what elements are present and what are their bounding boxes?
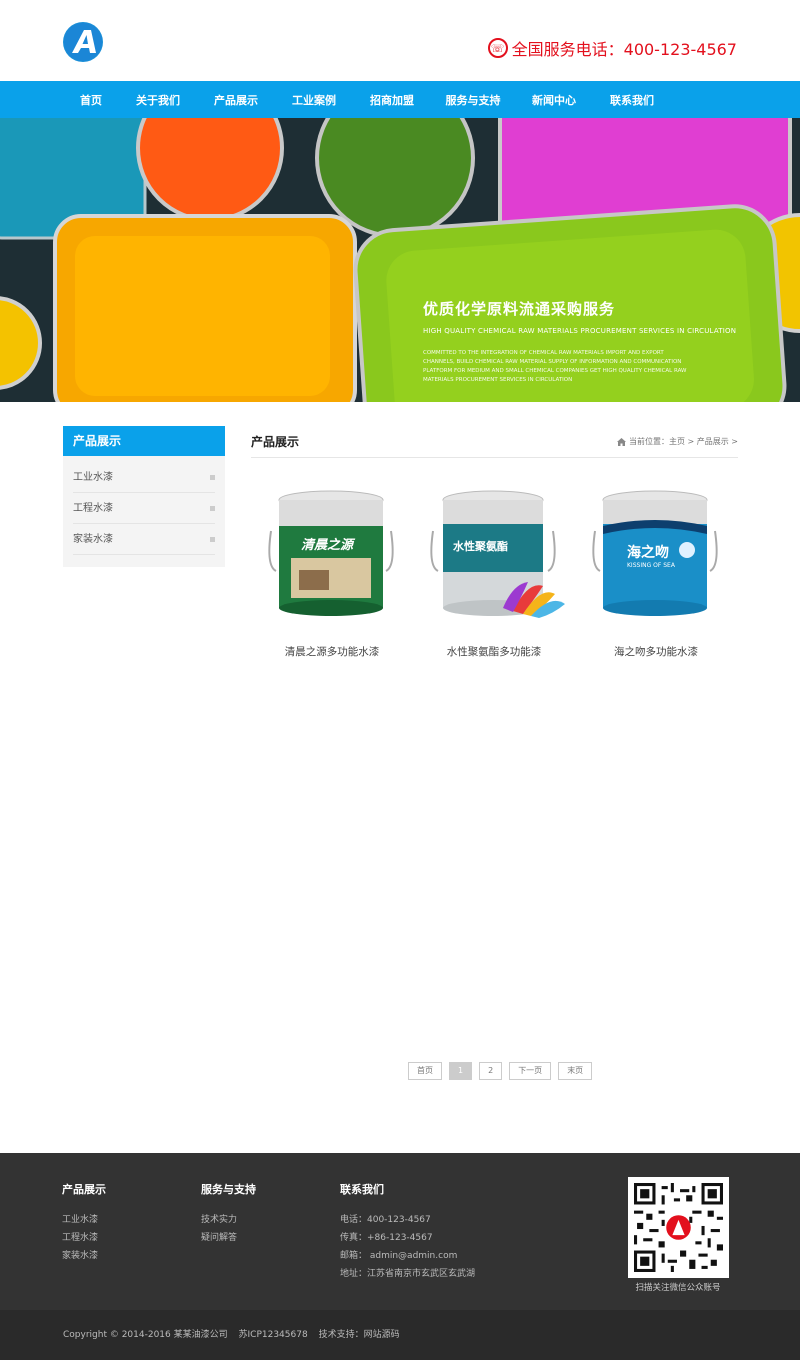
footer-link[interactable]: 技术实力 bbox=[201, 1211, 256, 1229]
nav-item-about[interactable]: 关于我们 bbox=[119, 92, 197, 108]
hero-banner[interactable]: 优质化学原料流通采购服务 HIGH QUALITY CHEMICAL RAW M… bbox=[0, 118, 800, 402]
page-title: 产品展示 bbox=[251, 435, 300, 449]
qr-code-icon bbox=[634, 1183, 723, 1272]
qr-code bbox=[628, 1177, 729, 1278]
footer-email: 邮箱： admin@admin.com bbox=[340, 1251, 458, 1261]
footer-link[interactable]: 家装水漆 bbox=[62, 1247, 106, 1265]
can-label: 清晨之源 bbox=[301, 538, 354, 553]
product-card[interactable]: 水性聚氨酯 水性聚氨酯多功能漆 bbox=[413, 486, 575, 659]
product-name[interactable]: 海之吻多功能水漆 bbox=[575, 644, 737, 659]
copyright-bar: Copyright © 2014-2016 某某油漆公司 苏ICP1234567… bbox=[0, 1310, 800, 1360]
footer-link[interactable]: 疑问解答 bbox=[201, 1229, 256, 1247]
content: 产品展示 当前位置：主页 > 产品展示 > 清晨之源 清晨之源多功能水漆 水性聚… bbox=[251, 426, 738, 659]
sidebar-item-label: 工程水漆 bbox=[73, 502, 113, 514]
breadcrumb-text[interactable]: 当前位置：主页 > 产品展示 > bbox=[629, 436, 738, 447]
pager-last[interactable]: 末页 bbox=[558, 1062, 593, 1080]
nav-item-service[interactable]: 服务与支持 bbox=[431, 92, 515, 108]
pagination: 首页 1 2 下一页 末页 bbox=[408, 1062, 593, 1080]
footer-col-products: 产品展示 工业水漆 工程水漆 家装水漆 bbox=[62, 1181, 106, 1265]
product-image[interactable]: 水性聚氨酯 bbox=[413, 486, 575, 626]
banner-description: COMMITTED TO THE INTEGRATION OF CHEMICAL… bbox=[423, 350, 687, 383]
nav-item-products[interactable]: 产品展示 bbox=[197, 92, 275, 108]
breadcrumb: 当前位置：主页 > 产品展示 > bbox=[616, 436, 738, 447]
can-sublabel: KISSING OF SEA bbox=[627, 562, 675, 569]
footer-col-service: 服务与支持 技术实力 疑问解答 bbox=[201, 1181, 256, 1247]
site-header: ☏ 全国服务电话：400-123-4567 bbox=[0, 0, 800, 81]
sidebar-item-engineering[interactable]: 工程水漆 bbox=[73, 493, 215, 524]
site-footer: 产品展示 工业水漆 工程水漆 家装水漆 服务与支持 技术实力 疑问解答 联系我们… bbox=[0, 1153, 800, 1310]
product-card[interactable]: 清晨之源 清晨之源多功能水漆 bbox=[251, 486, 413, 659]
banner-title: 优质化学原料流通采购服务 bbox=[423, 300, 616, 318]
content-header: 产品展示 当前位置：主页 > 产品展示 > bbox=[251, 426, 738, 458]
nav-item-franchise[interactable]: 招商加盟 bbox=[353, 92, 431, 108]
bullet-square-icon bbox=[210, 536, 215, 542]
footer-link[interactable]: 工业水漆 bbox=[62, 1211, 106, 1229]
home-icon bbox=[616, 437, 626, 446]
logo-a-icon bbox=[64, 23, 102, 61]
sidebar-item-home-decor[interactable]: 家装水漆 bbox=[73, 524, 215, 555]
qr-caption: 扫描关注微信公众账号 bbox=[635, 1283, 721, 1293]
product-card[interactable]: 海之吻 KISSING OF SEA 海之吻多功能水漆 bbox=[575, 486, 737, 659]
banner-subtitle: HIGH QUALITY CHEMICAL RAW MATERIALS PROC… bbox=[423, 327, 737, 335]
nav-item-contact[interactable]: 联系我们 bbox=[593, 92, 671, 108]
can-label: 海之吻 bbox=[627, 545, 669, 561]
sidebar-title: 产品展示 bbox=[63, 426, 225, 456]
footer-heading: 联系我们 bbox=[340, 1183, 384, 1196]
sidebar: 产品展示 工业水漆 工程水漆 家装水漆 bbox=[63, 426, 225, 567]
can-label: 水性聚氨酯 bbox=[453, 540, 508, 553]
support-text[interactable]: 技术支持：网站源码 bbox=[319, 1330, 400, 1340]
sidebar-item-label: 工业水漆 bbox=[73, 471, 113, 483]
product-name[interactable]: 水性聚氨酯多功能漆 bbox=[413, 644, 575, 659]
copyright-text: Copyright © 2014-2016 某某油漆公司 bbox=[63, 1330, 228, 1340]
pager-next[interactable]: 下一页 bbox=[509, 1062, 552, 1080]
footer-link[interactable]: 工程水漆 bbox=[62, 1229, 106, 1247]
footer-phone: 电话：400-123-4567 bbox=[340, 1215, 431, 1225]
icp-link[interactable]: 苏ICP12345678 bbox=[239, 1330, 308, 1340]
main-nav: 首页 关于我们 产品展示 工业案例 招商加盟 服务与支持 新闻中心 联系我们 bbox=[0, 81, 800, 118]
hotline-text: 全国服务电话：400-123-4567 bbox=[511, 40, 737, 59]
paint-can-icon bbox=[430, 490, 565, 618]
sidebar-item-label: 家装水漆 bbox=[73, 533, 113, 545]
footer-heading: 服务与支持 bbox=[201, 1183, 256, 1196]
bullet-square-icon bbox=[210, 474, 215, 480]
pager-first[interactable]: 首页 bbox=[408, 1062, 442, 1080]
nav-item-cases[interactable]: 工业案例 bbox=[275, 92, 353, 108]
footer-heading: 产品展示 bbox=[62, 1183, 106, 1196]
nav-item-home[interactable]: 首页 bbox=[63, 92, 119, 108]
product-grid: 清晨之源 清晨之源多功能水漆 水性聚氨酯 水性聚氨酯多功能漆 海之吻 KISSI… bbox=[251, 486, 738, 659]
logo[interactable] bbox=[63, 22, 103, 62]
main-area: 产品展示 工业水漆 工程水漆 家装水漆 产品展示 当前位置：主页 > 产品展示 … bbox=[0, 402, 800, 1153]
nav-item-news[interactable]: 新闻中心 bbox=[515, 92, 593, 108]
product-image[interactable]: 海之吻 KISSING OF SEA bbox=[575, 486, 737, 626]
hotline: ☏ 全国服务电话：400-123-4567 bbox=[487, 36, 737, 60]
pager-page-2[interactable]: 2 bbox=[479, 1062, 503, 1080]
product-image[interactable]: 清晨之源 bbox=[251, 486, 413, 626]
pager-page-1[interactable]: 1 bbox=[449, 1062, 473, 1080]
paint-can-icon bbox=[268, 490, 394, 616]
footer-col-contact: 联系我们 电话：400-123-4567 传真：+86-123-4567 邮箱：… bbox=[340, 1181, 475, 1283]
product-name[interactable]: 清晨之源多功能水漆 bbox=[251, 644, 413, 659]
footer-fax: 传真：+86-123-4567 bbox=[340, 1233, 433, 1243]
bullet-square-icon bbox=[210, 505, 215, 511]
footer-address: 地址：江苏省南京市玄武区玄武湖 bbox=[340, 1269, 476, 1279]
phone-icon: ☏ bbox=[487, 38, 508, 58]
sidebar-item-industrial[interactable]: 工业水漆 bbox=[73, 462, 215, 493]
banner-caption: 优质化学原料流通采购服务 HIGH QUALITY CHEMICAL RAW M… bbox=[423, 298, 736, 385]
